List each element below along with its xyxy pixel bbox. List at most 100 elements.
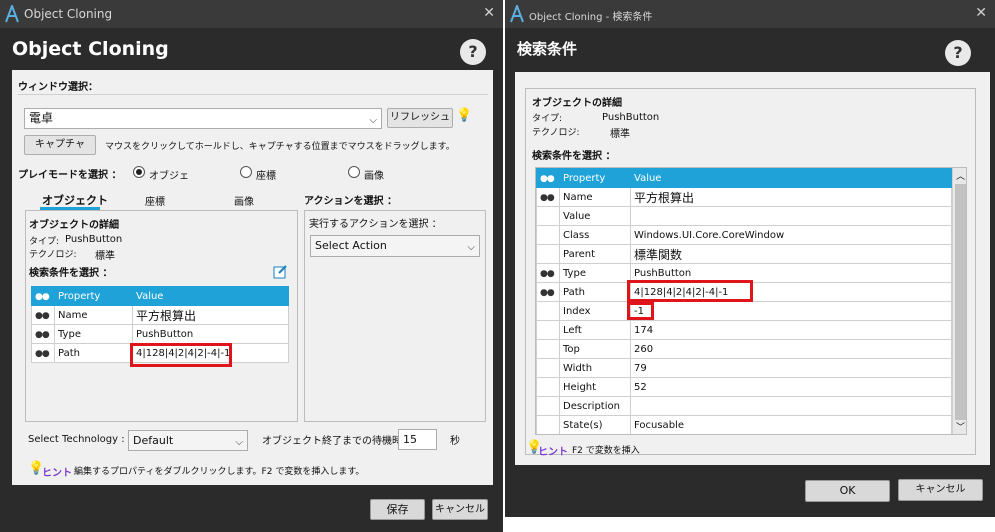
grid-value: PushButton [132, 324, 289, 344]
playmode-image-radio[interactable] [348, 166, 360, 178]
save-button[interactable]: 保存 [370, 499, 425, 520]
chevron-down-icon: ⌵ [369, 115, 377, 126]
details-title: オブジェクトの詳細 [532, 98, 622, 109]
grid-property: Width [559, 358, 631, 378]
details-title: オブジェクトの詳細 [29, 220, 119, 231]
cancel-button[interactable]: キャンセル [898, 479, 983, 501]
grid-value [630, 206, 952, 226]
grid-check-cell[interactable]: ●● [31, 343, 55, 363]
scrollbar-thumb[interactable] [955, 184, 966, 420]
table-row[interactable]: ●● Type PushButton [31, 324, 289, 344]
dialog-heading: 検索条件 [517, 40, 578, 58]
grid-header-value: Value [630, 168, 952, 188]
grid-check-cell[interactable] [536, 206, 560, 226]
dialog-heading: Object Cloning [12, 38, 169, 60]
tech-select-label: Select Technology : [28, 434, 125, 445]
grid-property: Name [559, 187, 631, 207]
binoculars-icon: ●● [540, 173, 555, 184]
grid-property: Type [559, 263, 631, 283]
table-row[interactable]: State(s) Focusable [536, 415, 952, 434]
playmode-image-label: 画像 [364, 171, 384, 182]
tab-object[interactable]: オブジェクト [42, 192, 108, 208]
playmode-label: プレイモードを選択 ： [18, 170, 122, 181]
tab-coordinate[interactable]: 座標 [145, 193, 165, 208]
search-label: 検索条件を選択 ： [29, 268, 113, 279]
hint-tag: ヒント [538, 447, 568, 458]
grid-check-cell[interactable]: ●● [536, 187, 560, 207]
grid-check-cell[interactable]: ●● [31, 305, 55, 325]
wait-time-input[interactable]: 15 [398, 429, 437, 450]
table-row[interactable]: Height 52 [536, 377, 952, 397]
grid-check-cell[interactable] [536, 358, 560, 378]
window-title: Object Cloning - 検索条件 [529, 12, 653, 23]
close-icon[interactable]: ✕ [483, 5, 495, 21]
tab-image[interactable]: 画像 [234, 193, 254, 208]
table-row[interactable]: Description [536, 396, 952, 416]
search-label: 検索条件を選択 ： [532, 151, 616, 162]
playmode-object-radio[interactable] [133, 166, 145, 178]
table-row[interactable]: ●● Name 平方根算出 [536, 187, 952, 207]
help-icon[interactable]: ? [945, 40, 971, 66]
hint-tag: ヒント [42, 468, 72, 479]
dialog-header: Object Cloning ? [0, 28, 503, 68]
ok-button[interactable]: OK [805, 480, 890, 502]
refresh-button[interactable]: リフレッシュ [387, 108, 453, 128]
main-panel: オブジェクトの詳細 タイプ: PushButton テクノロジ: 標準 検索条件… [515, 72, 990, 465]
grid-property: Height [559, 377, 631, 397]
grid-property: Value [559, 206, 631, 226]
hint-text: 編集するプロパティをダブルクリックします。F2 で変数を挿入します。 [74, 467, 365, 477]
table-row[interactable]: ●● Name 平方根算出 [31, 305, 289, 325]
grid-check-cell[interactable]: ●● [31, 324, 55, 344]
cancel-button[interactable]: キャンセル [432, 499, 488, 520]
scroll-down-icon[interactable]: ﹀ [956, 420, 965, 433]
type-value: PushButton [65, 234, 123, 245]
table-row[interactable]: Index -1 [536, 301, 952, 321]
grid-check-cell[interactable] [536, 244, 560, 264]
binoculars-icon: ●● [540, 287, 555, 298]
table-row[interactable]: Parent 標準関数 [536, 244, 952, 264]
type-label: タイプ: [29, 237, 60, 247]
grid-property: State(s) [559, 415, 631, 434]
tech-value: 標準 [610, 129, 630, 140]
grid-property: Path [54, 343, 133, 363]
index-highlight-box [627, 302, 654, 320]
help-icon[interactable]: ? [460, 39, 486, 65]
grid-check-cell[interactable] [536, 320, 560, 340]
grid-check-cell[interactable]: ●● [536, 282, 560, 302]
edit-icon[interactable] [273, 264, 288, 279]
table-row[interactable]: Value [536, 206, 952, 226]
table-row[interactable]: Top 260 [536, 339, 952, 359]
close-icon[interactable]: ✕ [975, 5, 987, 21]
table-row[interactable]: Width 79 [536, 358, 952, 378]
grid-check-cell[interactable] [536, 339, 560, 359]
type-label: タイプ: [532, 114, 563, 124]
main-panel: ウィンドウ選択： 電卓 ⌵ リフレッシュ 💡 キャプチャ マウスをクリックしてホ… [12, 70, 493, 485]
dialog-header: 検索条件 ? [505, 28, 995, 68]
action-dropdown[interactable]: Select Action ⌵ [310, 235, 480, 257]
capture-button[interactable]: キャプチャ [24, 135, 96, 155]
lightbulb-icon: 💡 [456, 108, 473, 123]
grid-check-cell[interactable] [536, 415, 560, 434]
tech-value: 標準 [95, 251, 115, 262]
grid-check-cell[interactable] [536, 301, 560, 321]
action-label: アクションを選択 ： [304, 196, 397, 207]
binoculars-icon: ●● [35, 329, 50, 340]
table-row[interactable]: Class Windows.UI.Core.CoreWindow [536, 225, 952, 245]
grid-check-cell[interactable] [536, 377, 560, 397]
object-cloning-window: Object Cloning ✕ Object Cloning ? ウィンドウ選… [0, 0, 503, 532]
window-dropdown[interactable]: 電卓 ⌵ [24, 108, 382, 129]
grid-property: Path [559, 282, 631, 302]
grid-check-cell[interactable]: ●● [536, 263, 560, 283]
grid-check-cell[interactable] [536, 396, 560, 416]
binoculars-icon: ●● [35, 348, 50, 359]
vertical-scrollbar[interactable]: ︿ ﹀ [952, 168, 966, 434]
technology-dropdown[interactable]: Default ⌵ [128, 430, 248, 451]
playmode-coordinate-radio[interactable] [240, 166, 252, 178]
grid-check-cell[interactable] [536, 225, 560, 245]
grid-value: Windows.UI.Core.CoreWindow [630, 225, 952, 245]
scroll-up-icon[interactable]: ︿ [956, 169, 965, 182]
chevron-down-icon: ⌵ [235, 437, 243, 448]
grid-header-icon-cell: ●● [536, 168, 560, 188]
table-row[interactable]: Left 174 [536, 320, 952, 340]
binoculars-icon: ●● [35, 291, 50, 302]
